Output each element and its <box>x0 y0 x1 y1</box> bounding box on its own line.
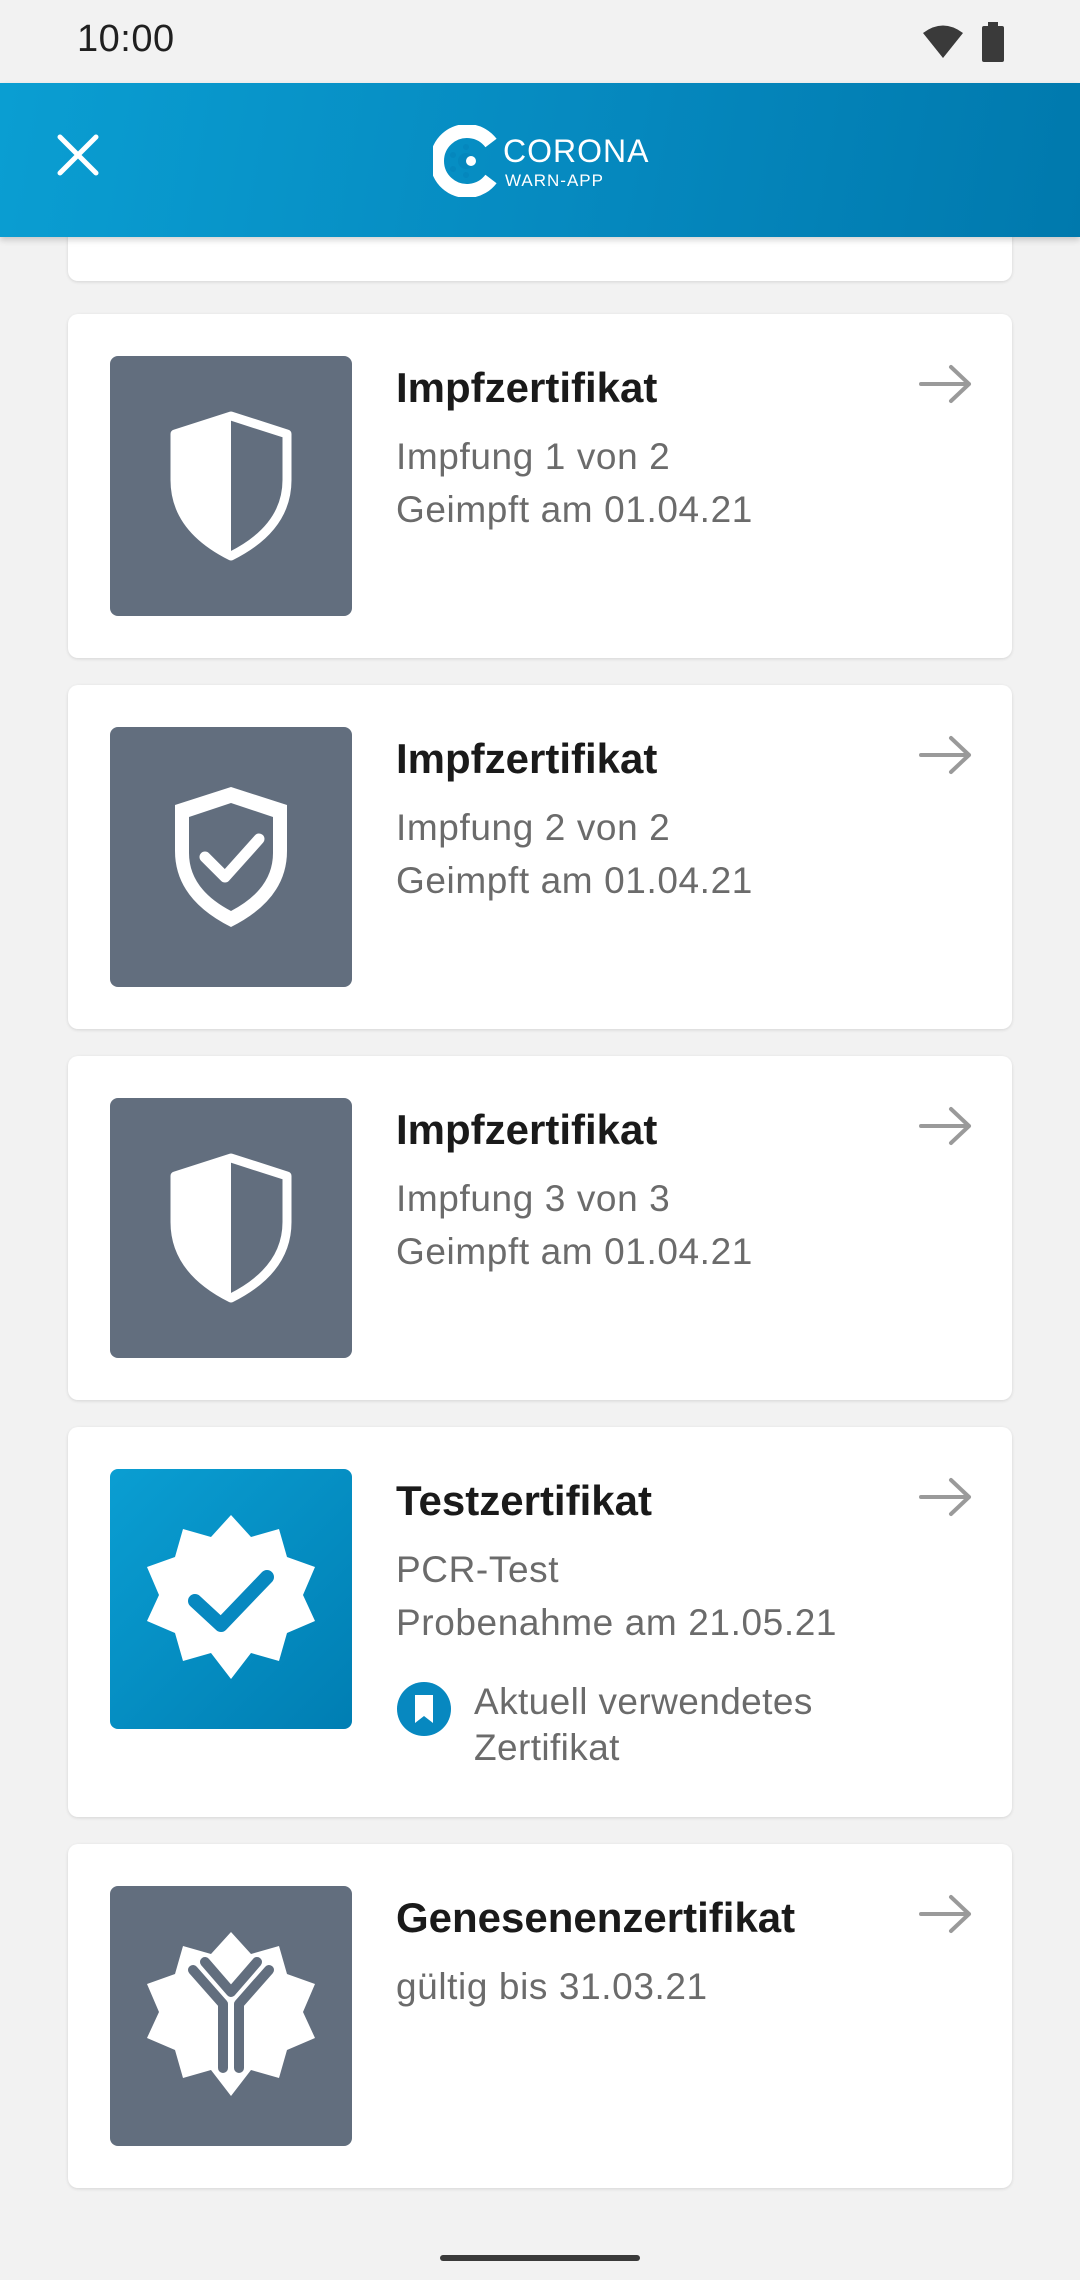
battery-icon <box>982 22 1004 62</box>
certificate-validity: gültig bis 31.03.21 <box>396 1966 708 2007</box>
certificate-title: Impfzertifikat <box>396 735 658 782</box>
corona-logo-icon <box>433 125 497 197</box>
current-certificate-badge: Aktuell verwendetes Zertifikat <box>396 1679 956 1779</box>
certificate-thumbnail <box>110 727 352 987</box>
shield-check-icon <box>175 787 287 927</box>
certificate-card-recovery[interactable]: Genesenenzertifikat gültig bis 31.03.21 <box>68 1844 1012 2188</box>
certificate-title: Impfzertifikat <box>396 1106 658 1153</box>
antibody-icon <box>147 1932 315 2096</box>
certificate-date: Geimpft am 01.04.21 <box>396 860 753 901</box>
app-logo: CORONA WARN-APP <box>433 121 653 201</box>
badge-check-icon <box>147 1515 315 1679</box>
badge-text: Aktuell verwendetes Zertifikat <box>474 1681 813 1768</box>
certificate-title: Impfzertifikat <box>396 364 658 411</box>
close-button[interactable] <box>42 119 114 191</box>
certificate-card-vaccination-3[interactable]: Impfzertifikat Impfung 3 von 3 Geimpft a… <box>68 1056 1012 1400</box>
bookmark-icon <box>397 1682 451 1736</box>
certificate-detail: Impfung 3 von 3 <box>396 1178 671 1219</box>
arrow-right-icon <box>919 1107 971 1145</box>
wifi-icon <box>923 25 963 58</box>
certificate-date: Probenahme am 21.05.21 <box>396 1602 838 1643</box>
certificate-detail: Impfung 1 von 2 <box>396 436 671 477</box>
logo-title: CORONA <box>503 133 650 169</box>
app-header: CORONA WARN-APP <box>0 83 1080 237</box>
status-time: 10:00 <box>77 18 175 60</box>
close-icon <box>57 134 99 176</box>
home-indicator[interactable] <box>440 2255 640 2261</box>
certificate-detail: Impfung 2 von 2 <box>396 807 671 848</box>
arrow-right-icon <box>919 736 971 774</box>
certificate-thumbnail <box>110 1469 352 1729</box>
shield-half-icon <box>170 1153 292 1303</box>
certificate-title: Genesenenzertifikat <box>396 1894 796 1941</box>
certificate-card-vaccination-1[interactable]: Impfzertifikat Impfung 1 von 2 Geimpft a… <box>68 314 1012 658</box>
certificate-card-test[interactable]: Testzertifikat PCR-Test Probenahme am 21… <box>68 1427 1012 1817</box>
certificate-card-vaccination-2[interactable]: Impfzertifikat Impfung 2 von 2 Geimpft a… <box>68 685 1012 1029</box>
certificate-card-partial[interactable] <box>68 237 1012 281</box>
logo-subtitle: WARN-APP <box>505 171 604 190</box>
status-bar: 10:00 <box>0 0 1080 83</box>
certificate-thumbnail <box>110 1886 352 2146</box>
arrow-right-icon <box>919 365 971 403</box>
certificate-thumbnail <box>110 356 352 616</box>
arrow-right-icon <box>919 1895 971 1933</box>
certificate-list[interactable]: Impfzertifikat Impfung 1 von 2 Geimpft a… <box>0 237 1080 2237</box>
certificate-date: Geimpft am 01.04.21 <box>396 1231 753 1272</box>
shield-half-icon <box>170 411 292 561</box>
certificate-detail: PCR-Test <box>396 1549 560 1590</box>
certificate-date: Geimpft am 01.04.21 <box>396 489 753 530</box>
certificate-thumbnail <box>110 1098 352 1358</box>
certificate-title: Testzertifikat <box>396 1477 652 1524</box>
arrow-right-icon <box>919 1478 971 1516</box>
